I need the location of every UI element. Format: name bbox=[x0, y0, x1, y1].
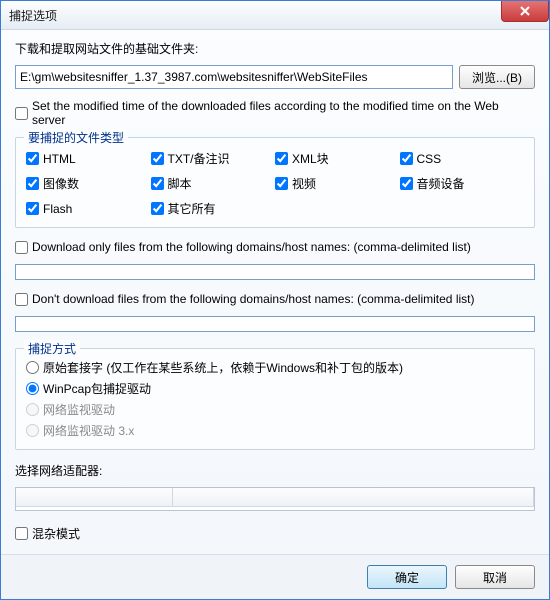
capture-options-window: 捕捉选项 下载和提取网站文件的基础文件夹: 浏览...(B) Set the m… bbox=[0, 0, 550, 600]
filetype-checkbox[interactable] bbox=[26, 152, 39, 165]
filetype-checkbox[interactable] bbox=[275, 177, 288, 190]
dialog-body: 下载和提取网站文件的基础文件夹: 浏览...(B) Set the modifi… bbox=[1, 30, 549, 554]
modified-time-checkbox[interactable] bbox=[15, 107, 28, 120]
dialog-footer: 确定 取消 bbox=[1, 554, 549, 599]
filetype-label: 视频 bbox=[292, 175, 316, 192]
filetype-option[interactable]: 其它所有 bbox=[151, 200, 276, 217]
filetype-label: 其它所有 bbox=[168, 200, 216, 217]
capture-method-label: WinPcap包捕捉驱动 bbox=[43, 380, 151, 397]
capture-method-radio bbox=[26, 403, 39, 416]
domains-exclude-label: Don't download files from the following … bbox=[32, 292, 474, 306]
promiscuous-label: 混杂模式 bbox=[32, 525, 80, 542]
adapter-row[interactable]: 0.0.0.0 Realtek PCIe FE Family Controlle… bbox=[16, 507, 534, 511]
capture-method-radio[interactable] bbox=[26, 382, 39, 395]
filetype-checkbox[interactable] bbox=[151, 152, 164, 165]
filetype-checkbox[interactable] bbox=[151, 202, 164, 215]
filetype-option[interactable]: 视频 bbox=[275, 175, 400, 192]
domains-only-input[interactable] bbox=[15, 264, 535, 280]
filetype-checkbox[interactable] bbox=[400, 177, 413, 190]
domains-exclude-checkbox[interactable] bbox=[15, 293, 28, 306]
file-types-legend: 要捕捉的文件类型 bbox=[24, 129, 128, 146]
file-types-group: 要捕捉的文件类型 HTMLTXT/备注识XML块CSS图像数脚本视频音频设备Fl… bbox=[15, 137, 535, 228]
adapter-ip: 0.0.0.0 bbox=[16, 510, 172, 511]
promiscuous-checkbox[interactable] bbox=[15, 527, 28, 540]
filetype-label: 图像数 bbox=[43, 175, 79, 192]
base-folder-label: 下载和提取网站文件的基础文件夹: bbox=[15, 40, 535, 57]
filetype-checkbox[interactable] bbox=[26, 202, 39, 215]
filetype-checkbox[interactable] bbox=[26, 177, 39, 190]
capture-method-option: 网络监视驱动 3.x bbox=[26, 422, 524, 439]
filetype-label: HTML bbox=[43, 152, 76, 166]
adapter-list-header bbox=[16, 488, 534, 507]
capture-method-option[interactable]: WinPcap包捕捉驱动 bbox=[26, 380, 524, 397]
filetype-option[interactable]: HTML bbox=[26, 150, 151, 167]
capture-method-radio bbox=[26, 424, 39, 437]
browse-button[interactable]: 浏览...(B) bbox=[459, 65, 535, 89]
capture-method-radio[interactable] bbox=[26, 361, 39, 374]
capture-method-option[interactable]: 原始套接字 (仅工作在某些系统上，依赖于Windows和补丁包的版本) bbox=[26, 359, 524, 376]
adapter-name: Realtek PCIe FE Family Controller bbox=[172, 510, 534, 511]
filetype-label: XML块 bbox=[292, 150, 329, 167]
close-button[interactable] bbox=[501, 1, 549, 22]
capture-method-label: 网络监视驱动 bbox=[43, 401, 115, 418]
filetype-label: 脚本 bbox=[168, 175, 192, 192]
adapter-list[interactable]: 0.0.0.0 Realtek PCIe FE Family Controlle… bbox=[15, 487, 535, 511]
filetype-label: CSS bbox=[417, 152, 442, 166]
domains-exclude-input[interactable] bbox=[15, 316, 535, 332]
filetype-checkbox[interactable] bbox=[151, 177, 164, 190]
filetype-option[interactable]: 音频设备 bbox=[400, 175, 525, 192]
base-folder-input[interactable] bbox=[15, 65, 453, 89]
filetype-label: 音频设备 bbox=[417, 175, 465, 192]
filetype-option[interactable]: Flash bbox=[26, 200, 151, 217]
filetype-option[interactable]: CSS bbox=[400, 150, 525, 167]
window-title: 捕捉选项 bbox=[9, 7, 57, 24]
close-icon bbox=[520, 6, 530, 16]
filetype-option[interactable]: 脚本 bbox=[151, 175, 276, 192]
capture-method-legend: 捕捉方式 bbox=[24, 340, 80, 357]
filetype-option[interactable]: XML块 bbox=[275, 150, 400, 167]
filetype-option[interactable]: 图像数 bbox=[26, 175, 151, 192]
capture-method-group: 捕捉方式 原始套接字 (仅工作在某些系统上，依赖于Windows和补丁包的版本)… bbox=[15, 348, 535, 450]
domains-only-label: Download only files from the following d… bbox=[32, 240, 471, 254]
filetype-label: TXT/备注识 bbox=[168, 150, 230, 167]
filetype-checkbox[interactable] bbox=[400, 152, 413, 165]
filetype-option[interactable]: TXT/备注识 bbox=[151, 150, 276, 167]
domains-only-checkbox[interactable] bbox=[15, 241, 28, 254]
capture-method-label: 网络监视驱动 3.x bbox=[43, 422, 134, 439]
ok-button[interactable]: 确定 bbox=[367, 565, 447, 589]
modified-time-label: Set the modified time of the downloaded … bbox=[32, 99, 535, 127]
titlebar[interactable]: 捕捉选项 bbox=[1, 1, 549, 30]
capture-method-label: 原始套接字 (仅工作在某些系统上，依赖于Windows和补丁包的版本) bbox=[43, 359, 403, 376]
adapter-label: 选择网络适配器: bbox=[15, 462, 535, 479]
cancel-button[interactable]: 取消 bbox=[455, 565, 535, 589]
filetype-label: Flash bbox=[43, 202, 72, 216]
capture-method-option: 网络监视驱动 bbox=[26, 401, 524, 418]
filetype-checkbox[interactable] bbox=[275, 152, 288, 165]
